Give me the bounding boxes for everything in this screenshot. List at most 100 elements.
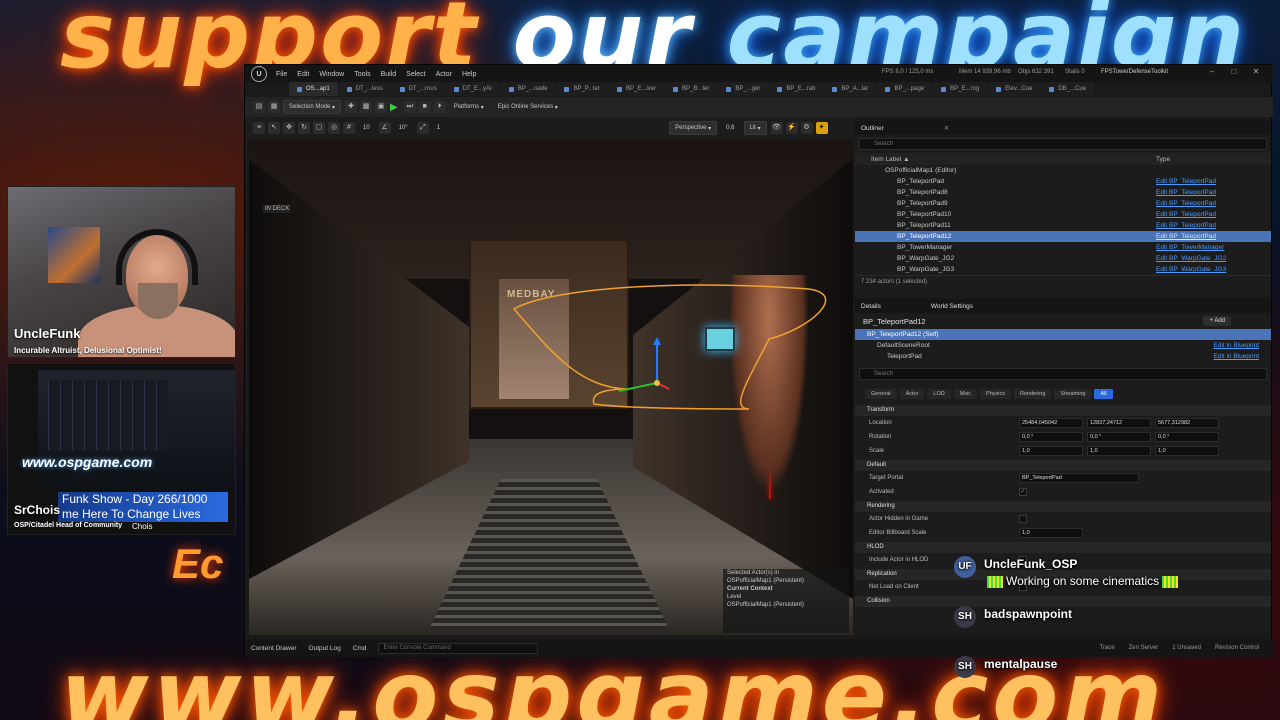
revision-control-button[interactable]: Revision Control bbox=[1215, 645, 1259, 651]
hidden-in-game-checkbox[interactable] bbox=[1019, 515, 1027, 523]
filter-general[interactable]: General bbox=[865, 389, 897, 399]
tab-asset[interactable]: BP_A...lar bbox=[824, 82, 877, 96]
angle-snap-value[interactable]: 10° bbox=[394, 121, 413, 135]
location-z[interactable]: 5677,312982 bbox=[1155, 418, 1219, 428]
game-view-icon[interactable]: ✦ bbox=[815, 122, 828, 134]
tab-asset[interactable]: BP_B...ter bbox=[665, 82, 718, 96]
category-transform[interactable]: Transform bbox=[855, 405, 1271, 416]
angle-snap-icon[interactable]: ∠ bbox=[378, 122, 391, 134]
close-icon[interactable]: ✕ bbox=[1245, 67, 1267, 76]
selection-mode-dropdown[interactable]: Selection Mode ▾ bbox=[283, 100, 342, 114]
category-hlod[interactable]: HLOD bbox=[855, 542, 1271, 553]
lit-dropdown[interactable]: Lit ▾ bbox=[743, 121, 767, 135]
component-row[interactable]: DefaultSceneRoot Edit in Blueprint bbox=[855, 340, 1271, 351]
menu-help[interactable]: Help bbox=[457, 71, 481, 78]
rotate-tool-icon[interactable]: ↻ bbox=[298, 122, 310, 134]
location-y[interactable]: 12837,24712 bbox=[1087, 418, 1151, 428]
play-icon[interactable]: ▶ bbox=[390, 102, 398, 113]
menu-actor[interactable]: Actor bbox=[431, 71, 457, 78]
perspective-dropdown[interactable]: Perspective ▾ bbox=[669, 121, 718, 135]
filter-rendering[interactable]: Rendering bbox=[1014, 389, 1052, 399]
outliner-row[interactable]: BP_TeleportPad11 Edit BP_TeleportPad bbox=[855, 220, 1271, 231]
component-row[interactable]: TeleportPad Edit in Blueprint bbox=[855, 351, 1271, 362]
tab-asset[interactable]: BP_E...rog bbox=[933, 82, 988, 96]
grid-snap-icon[interactable]: # bbox=[343, 122, 355, 134]
camera-speed[interactable]: 0,6 bbox=[721, 121, 739, 135]
filter-physics[interactable]: Physics bbox=[980, 389, 1011, 399]
category-default[interactable]: Default bbox=[855, 460, 1271, 471]
platforms-dropdown[interactable]: Platforms ▾ bbox=[449, 100, 489, 114]
location-x[interactable]: 25484,045042 bbox=[1019, 418, 1083, 428]
outliner-row[interactable]: BP_TeleportPad8 Edit BP_TeleportPad bbox=[855, 187, 1271, 198]
scale-z[interactable]: 1,0 bbox=[1155, 446, 1219, 456]
content-browser-icon[interactable]: ▦ bbox=[268, 101, 280, 113]
scale-snap-value[interactable]: 1 bbox=[432, 121, 445, 135]
menu-tools[interactable]: Tools bbox=[349, 71, 375, 78]
edit-in-blueprint-link[interactable]: Edit in Blueprint bbox=[1213, 353, 1259, 360]
filter-actor[interactable]: Actor bbox=[899, 389, 925, 399]
context-level-dropdown[interactable]: OSPofficialMap1 (Persistent) bbox=[723, 601, 849, 609]
step-icon[interactable]: ⏭ bbox=[403, 101, 416, 113]
tab-asset[interactable]: DT_...less bbox=[338, 82, 391, 96]
row-type-link[interactable]: Edit BP_WarpGate_JG2 bbox=[1156, 255, 1226, 262]
row-type-link[interactable]: Edit BP_TeleportPad bbox=[1156, 200, 1216, 207]
tab-asset[interactable]: DB_...Cue bbox=[1041, 82, 1095, 96]
row-type-link[interactable]: Edit BP_TeleportPad bbox=[1156, 233, 1216, 240]
tab-asset[interactable]: BP_E...iver bbox=[609, 82, 665, 96]
item-label-column[interactable]: Item Label ▲ bbox=[871, 156, 1156, 163]
menu-file[interactable]: File bbox=[271, 71, 292, 78]
show-flags-icon[interactable]: 👁 bbox=[770, 122, 783, 134]
billboard-scale-input[interactable]: 1,0 bbox=[1019, 528, 1083, 538]
tab-asset[interactable]: BP_...nade bbox=[500, 82, 556, 96]
output-log-button[interactable]: Output Log bbox=[309, 645, 341, 652]
row-type-link[interactable]: Edit BP_TeleportPad bbox=[1156, 189, 1216, 196]
activated-checkbox[interactable]: ✓ bbox=[1019, 488, 1027, 496]
tab-level[interactable]: OS...ap1 bbox=[289, 82, 338, 96]
row-type-link[interactable]: Edit BP_WarpGate_JG3 bbox=[1156, 266, 1226, 273]
menu-edit[interactable]: Edit bbox=[292, 71, 314, 78]
settings-icon[interactable]: ⚙ bbox=[800, 122, 813, 134]
tab-asset[interactable]: DT_E...yAI bbox=[445, 82, 500, 96]
world-space-icon[interactable]: ◎ bbox=[328, 122, 340, 134]
category-collision[interactable]: Collision bbox=[855, 596, 1271, 607]
content-drawer-button[interactable]: Content Drawer bbox=[251, 645, 297, 652]
outliner-row[interactable]: BP_WarpGate_JG2 Edit BP_WarpGate_JG2 bbox=[855, 253, 1271, 264]
menu-select[interactable]: Select bbox=[401, 71, 430, 78]
add-component-button[interactable]: + Add bbox=[1203, 316, 1231, 326]
tab-asset[interactable]: Elev...Cue bbox=[988, 82, 1041, 96]
scale-y[interactable]: 1,0 bbox=[1087, 446, 1151, 456]
outliner-root[interactable]: OSPofficialMap1 (Editor) bbox=[855, 165, 1271, 176]
rotation-z[interactable]: 0,0 ° bbox=[1155, 432, 1219, 442]
cinematics-icon[interactable]: ▣ bbox=[375, 101, 388, 113]
derived-data-button[interactable]: Zen Server bbox=[1129, 645, 1159, 651]
rotation-label[interactable]: Rotation bbox=[869, 434, 1019, 440]
tab-asset[interactable]: BP_...ger bbox=[718, 82, 769, 96]
minimize-icon[interactable]: – bbox=[1201, 67, 1223, 76]
outliner-tab[interactable]: Outliner ✕ bbox=[855, 121, 1271, 135]
unsaved-button[interactable]: 1 Unsaved bbox=[1172, 645, 1201, 651]
menu-window[interactable]: Window bbox=[314, 71, 349, 78]
row-type-link[interactable]: Edit BP_TeleportPad bbox=[1156, 222, 1216, 229]
tab-asset[interactable]: BP_E...rab bbox=[769, 82, 824, 96]
outliner-row[interactable]: BP_TeleportPad10 Edit BP_TeleportPad bbox=[855, 209, 1271, 220]
type-column[interactable]: Type bbox=[1156, 156, 1170, 163]
row-type-link[interactable]: Edit BP_TeleportPad bbox=[1156, 178, 1216, 185]
tab-asset[interactable]: BP_...page bbox=[877, 82, 933, 96]
cmd-dropdown[interactable]: Cmd bbox=[353, 645, 367, 652]
tab-asset[interactable]: BP_P...ter bbox=[556, 82, 609, 96]
viewport-menu-icon[interactable]: ≡ bbox=[253, 122, 265, 134]
menu-build[interactable]: Build bbox=[376, 71, 402, 78]
launch-icon[interactable]: ⏵ bbox=[433, 101, 446, 113]
details-search-input[interactable]: Search bbox=[859, 368, 1267, 380]
filter-lod[interactable]: LOD bbox=[927, 389, 951, 399]
filter-all[interactable]: All bbox=[1094, 389, 1113, 399]
scale-tool-icon[interactable]: ▢ bbox=[313, 122, 325, 134]
realtime-icon[interactable]: ⚡ bbox=[785, 122, 798, 134]
filter-streaming[interactable]: Streaming bbox=[1054, 389, 1092, 399]
row-type-link[interactable]: Edit BP_TowerManager bbox=[1156, 244, 1224, 251]
component-row-self[interactable]: BP_TeleportPad12 (Self) bbox=[855, 329, 1271, 340]
row-type-link[interactable]: Edit BP_TeleportPad bbox=[1156, 211, 1216, 218]
outliner-search-input[interactable]: Search bbox=[859, 138, 1267, 150]
outliner-row[interactable]: BP_TeleportPad9 Edit BP_TeleportPad bbox=[855, 198, 1271, 209]
location-label[interactable]: Location bbox=[869, 420, 1019, 426]
